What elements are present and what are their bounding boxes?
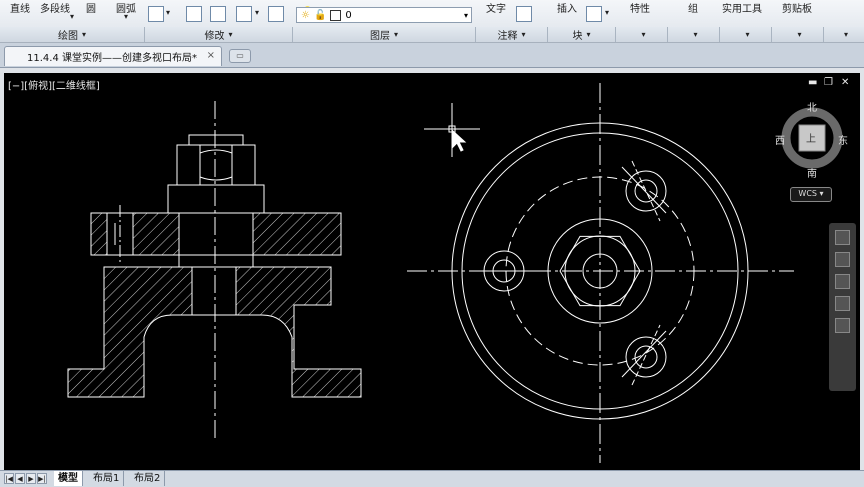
top-view (407, 83, 794, 463)
scale-icon[interactable] (186, 6, 202, 22)
viewcube-west-label[interactable]: 西 (775, 132, 785, 147)
insert-tool-label[interactable]: 插入 (557, 0, 577, 15)
last-tab-icon[interactable]: ▶| (37, 473, 47, 484)
document-tab-bar: 11.4.4 课堂实例——创建多视口布局* × ▭ (0, 43, 864, 68)
group-utilities[interactable]: ▾ (720, 27, 772, 42)
layout-tab-layout1[interactable]: 布局1 (89, 471, 125, 486)
stretch-icon[interactable] (210, 6, 226, 22)
group-properties-expand-icon[interactable]: ▾ (641, 30, 645, 39)
layout-tab-bar: |◀ ◀ ▶ ▶| 模型 布局1 布局2 (0, 470, 864, 487)
layer-dropdown-icon[interactable]: ▾ (464, 11, 468, 20)
ribbon-top-row: 直线 多段线 圆 圆弧 ▾ ▾ ▾ ▾ 💡 ☼ 🔓 0 ▾ 文字 插入 ▾ 特性… (0, 0, 864, 26)
block-editor-icon[interactable] (586, 6, 602, 22)
group-modify-label: 修改 (204, 31, 225, 42)
first-tab-icon[interactable]: |◀ (4, 473, 14, 484)
text-tool-label[interactable]: 文字 (486, 0, 506, 15)
properties-tool-label[interactable]: 特性 (630, 0, 650, 15)
group-view[interactable]: ▾ (824, 27, 864, 42)
group-block-label: 块 (572, 31, 583, 42)
close-icon[interactable]: × (207, 50, 215, 61)
group-tool-label[interactable]: 组 (688, 0, 698, 15)
layout-tab-layout2[interactable]: 布局2 (130, 471, 166, 486)
group-annotation[interactable]: 注释 ▾ (476, 27, 548, 42)
group-groups-expand-icon[interactable]: ▾ (693, 30, 697, 39)
group-draw-label: 绘图 (57, 31, 78, 42)
group-clipboard-expand-icon[interactable]: ▾ (797, 30, 801, 39)
group-block[interactable]: 块 ▾ (548, 27, 616, 42)
group-modify-expand-icon[interactable]: ▾ (228, 30, 232, 39)
group-layers[interactable]: 图层 ▾ (293, 27, 476, 42)
group-draw[interactable]: 绘图 ▾ (0, 27, 145, 42)
prev-tab-icon[interactable]: ◀ (15, 473, 25, 484)
layer-on-icon: ☼ (301, 9, 310, 21)
document-tab-title: 11.4.4 课堂实例——创建多视口布局* (27, 53, 197, 64)
document-tab[interactable]: 11.4.4 课堂实例——创建多视口布局* × (4, 46, 222, 66)
viewcube-south-label[interactable]: 南 (807, 165, 817, 180)
table-dropdown-icon[interactable]: ▾ (166, 8, 170, 17)
drawing-canvas[interactable]: [−][俯视][二维线框] ▬ ❐ ✕ 北 南 东 西 上 WCS ▾ (4, 73, 860, 470)
pan-icon[interactable] (835, 252, 850, 267)
layer-color-swatch (330, 9, 342, 21)
group-groups[interactable]: ▾ (668, 27, 720, 42)
showmotion-icon[interactable] (835, 318, 850, 333)
explode-icon[interactable] (268, 6, 284, 22)
wcs-label: WCS (798, 189, 817, 198)
layer-lock-icon: 🔓 (313, 9, 327, 21)
utilities-tool-label[interactable]: 实用工具 (722, 0, 762, 15)
next-tab-icon[interactable]: ▶ (26, 473, 36, 484)
group-layers-label: 图层 (369, 31, 390, 42)
block-dropdown-icon[interactable]: ▾ (605, 8, 609, 17)
group-properties[interactable]: ▾ (616, 27, 668, 42)
crosshair-cursor-icon (424, 103, 480, 157)
array-icon[interactable] (236, 6, 252, 22)
layer-combo[interactable]: ☼ 🔓 0 ▾ (296, 7, 472, 23)
cad-drawing (67, 83, 843, 463)
navigation-bar (829, 223, 856, 391)
clipboard-tool-label[interactable]: 剪贴板 (782, 0, 812, 15)
group-annotation-label: 注释 (497, 31, 518, 42)
group-layers-expand-icon[interactable]: ▾ (394, 30, 398, 39)
array-dropdown-icon[interactable]: ▾ (255, 8, 259, 17)
table-insert-icon[interactable] (516, 6, 532, 22)
group-utilities-expand-icon[interactable]: ▾ (745, 30, 749, 39)
table-icon[interactable] (148, 6, 164, 22)
steering-wheel-icon[interactable] (835, 230, 850, 245)
group-annotation-expand-icon[interactable]: ▾ (521, 30, 525, 39)
front-section-view (67, 101, 362, 441)
arc-dropdown-icon[interactable]: ▾ (124, 12, 128, 21)
ribbon: 直线 多段线 圆 圆弧 ▾ ▾ ▾ ▾ 💡 ☼ 🔓 0 ▾ 文字 插入 ▾ 特性… (0, 0, 864, 43)
new-tab-button[interactable]: ▭ (229, 49, 251, 63)
layer-value: 0 (345, 9, 352, 21)
circle-dropdown-icon[interactable]: ▾ (70, 12, 74, 21)
line-tool-label[interactable]: 直线 (10, 0, 30, 15)
group-clipboard[interactable]: ▾ (772, 27, 824, 42)
zoom-icon[interactable] (835, 274, 850, 289)
circle-tool-label[interactable]: 圆 (86, 0, 96, 15)
group-block-expand-icon[interactable]: ▾ (586, 30, 590, 39)
group-view-expand-icon[interactable]: ▾ (844, 30, 848, 39)
wcs-menu[interactable]: WCS ▾ (790, 187, 832, 202)
viewcube-face-label[interactable]: 上 (806, 130, 816, 145)
group-draw-expand-icon[interactable]: ▾ (82, 30, 86, 39)
viewcube-north-label[interactable]: 北 (807, 99, 817, 114)
group-modify[interactable]: 修改 ▾ (145, 27, 293, 42)
orbit-icon[interactable] (835, 296, 850, 311)
layout-tab-model[interactable]: 模型 (54, 471, 83, 486)
viewcube-east-label[interactable]: 东 (838, 132, 848, 147)
polyline-tool-label[interactable]: 多段线 (40, 0, 70, 15)
